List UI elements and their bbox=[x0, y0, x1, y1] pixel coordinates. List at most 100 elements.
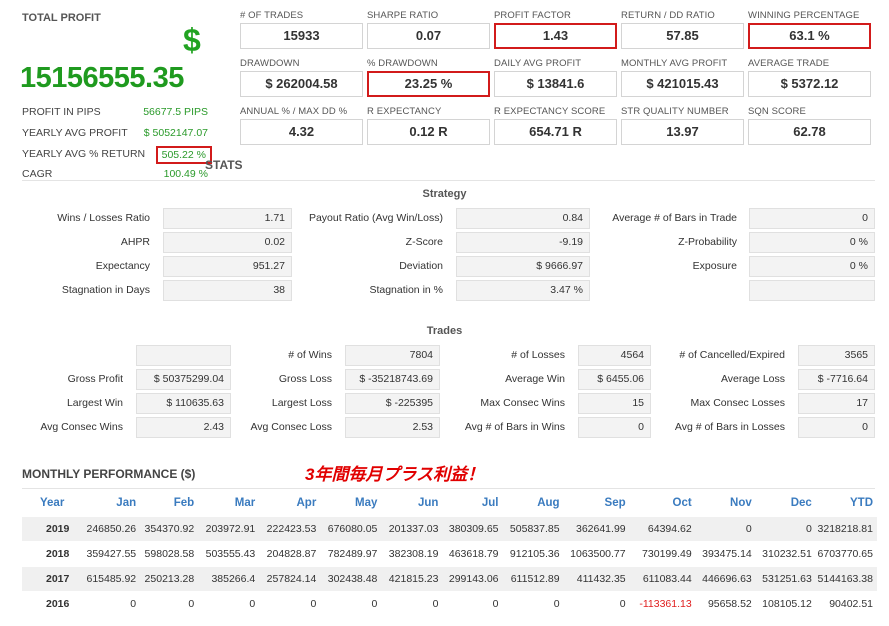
metric-label: MONTHLY AVG PROFIT bbox=[621, 58, 728, 69]
metric-value: $ 421015.43 bbox=[621, 71, 744, 97]
table-cell: 505837.85 bbox=[502, 515, 564, 541]
table-cell: 310232.51 bbox=[755, 540, 816, 566]
table-cell: 411432.35 bbox=[563, 565, 630, 591]
metric-label: RETURN / DD RATIO bbox=[621, 10, 715, 21]
column-header: Jul bbox=[481, 496, 499, 509]
column-header: Feb bbox=[173, 496, 195, 509]
total-profit-value: 15156555.35 bbox=[20, 62, 184, 94]
stat-label: Avg # of Bars in Wins bbox=[464, 421, 565, 433]
table-cell: 6703770.65 bbox=[815, 540, 877, 566]
stat-label: # of Wins bbox=[288, 349, 332, 361]
table-cell: 0 bbox=[259, 590, 321, 616]
metric-label: DRAWDOWN bbox=[240, 58, 300, 69]
table-row: 2019 246850.26 354370.92 203972.91 222423.53… bbox=[22, 515, 877, 541]
metric-card: MONTHLY AVG PROFIT $ 421015.43 bbox=[621, 58, 744, 97]
table-cell: 380309.65 bbox=[442, 515, 503, 541]
metric-value: 63.1 % bbox=[748, 23, 871, 49]
column-header: Aug bbox=[537, 496, 560, 509]
metric-card: % DRAWDOWN 23.25 % bbox=[367, 58, 490, 97]
stat-label: Gross Loss bbox=[278, 373, 332, 385]
table-cell: 0 bbox=[320, 590, 382, 616]
table-row: 2017 615485.92 250213.28 385266.4 257824.14 3… bbox=[22, 565, 877, 591]
metric-card: DRAWDOWN $ 262004.58 bbox=[240, 58, 363, 97]
summary-row-label: YEARLY AVG PROFIT bbox=[22, 127, 128, 139]
table-cell: 0 bbox=[695, 515, 756, 541]
metric-label: SHARPE RATIO bbox=[367, 10, 439, 21]
metric-card: R EXPECTANCY SCORE 654.71 R bbox=[494, 106, 617, 145]
table-cell: 421815.23 bbox=[381, 565, 443, 591]
table-cell: 382308.19 bbox=[381, 540, 443, 566]
metric-value: 15933 bbox=[240, 23, 363, 49]
column-header: Mar bbox=[234, 496, 256, 509]
metric-label: AVERAGE TRADE bbox=[748, 58, 830, 69]
column-header: Apr bbox=[296, 496, 317, 509]
table-cell: 0 bbox=[502, 590, 564, 616]
metric-label: # OF TRADES bbox=[240, 10, 304, 21]
stat-label: Wins / Losses Ratio bbox=[57, 212, 150, 224]
metric-card: R EXPECTANCY 0.12 R bbox=[367, 106, 490, 145]
summary-row-label: YEARLY AVG % RETURN bbox=[22, 148, 146, 160]
table-cell: 385266.4 bbox=[198, 565, 260, 591]
monthly-performance-title: MONTHLY PERFORMANCE ($) bbox=[22, 467, 196, 481]
metric-label: SQN SCORE bbox=[748, 106, 806, 117]
stat-value bbox=[749, 280, 875, 301]
stat-label: Stagnation in % bbox=[369, 284, 443, 296]
column-header: May bbox=[355, 496, 378, 509]
metric-value: 4.32 bbox=[240, 119, 363, 145]
stat-label: Avg # of Bars in Losses bbox=[674, 421, 785, 433]
stat-label: Avg Consec Wins bbox=[40, 421, 123, 433]
table-cell: 676080.05 bbox=[320, 515, 382, 541]
table-cell: 0 bbox=[755, 515, 816, 541]
metric-value: 13.97 bbox=[621, 119, 744, 145]
stat-label: Max Consec Losses bbox=[690, 397, 785, 409]
table-cell: 302438.48 bbox=[320, 565, 382, 591]
table-cell: 2018 bbox=[22, 540, 83, 566]
strategy-title: Strategy bbox=[422, 188, 467, 200]
stat-label: # of Cancelled/Expired bbox=[679, 349, 785, 361]
table-cell: 0 bbox=[82, 590, 141, 616]
table-cell: 1063500.77 bbox=[563, 540, 630, 566]
table-cell: 730199.49 bbox=[629, 540, 696, 566]
table-cell: 2016 bbox=[22, 590, 83, 616]
metric-label: STR QUALITY NUMBER bbox=[621, 106, 729, 117]
column-header: Year bbox=[40, 496, 65, 509]
metric-card: SQN SCORE 62.78 bbox=[748, 106, 871, 145]
metric-label: ANNUAL % / MAX DD % bbox=[240, 106, 348, 117]
metric-value: 654.71 R bbox=[494, 119, 617, 145]
column-header: Oct bbox=[672, 496, 692, 509]
stat-label: # of Losses bbox=[511, 349, 565, 361]
table-cell: 2019 bbox=[22, 515, 83, 541]
table-cell: 354370.92 bbox=[140, 515, 199, 541]
metric-value: 23.25 % bbox=[367, 71, 490, 97]
table-cell: 503555.43 bbox=[198, 540, 260, 566]
stat-label: Expectancy bbox=[95, 260, 150, 272]
table-cell: -113361.13 bbox=[629, 590, 696, 616]
table-cell: 598028.58 bbox=[140, 540, 199, 566]
table-cell: 0 bbox=[563, 590, 630, 616]
column-header: Nov bbox=[730, 496, 752, 509]
table-cell: 246850.26 bbox=[82, 515, 141, 541]
metric-card: DAILY AVG PROFIT $ 13841.6 bbox=[494, 58, 617, 97]
stat-label: Average Win bbox=[505, 373, 565, 385]
stat-value: 0 % bbox=[749, 256, 875, 277]
metric-card: RETURN / DD RATIO 57.85 bbox=[621, 10, 744, 49]
table-cell: 2017 bbox=[22, 565, 83, 591]
table-cell: 359427.55 bbox=[82, 540, 141, 566]
metric-value: $ 13841.6 bbox=[494, 71, 617, 97]
metric-label: R EXPECTANCY SCORE bbox=[494, 106, 606, 117]
table-cell: 393475.14 bbox=[695, 540, 756, 566]
table-cell: 3218218.81 bbox=[815, 515, 877, 541]
summary-row-value: 100.49 % bbox=[163, 168, 208, 180]
stats-heading: STATS bbox=[205, 158, 243, 172]
summary-row-yearly-avg-return: YEARLY AVG % RETURN 505.22 % bbox=[22, 146, 212, 164]
metric-card: # OF TRADES 15933 bbox=[240, 10, 363, 49]
stat-label: Largest Win bbox=[66, 397, 123, 409]
stat-label: Gross Profit bbox=[67, 373, 123, 385]
metric-label: WINNING PERCENTAGE bbox=[748, 10, 860, 21]
table-cell: 222423.53 bbox=[259, 515, 321, 541]
stat-label: Avg Consec Loss bbox=[250, 421, 332, 433]
metric-label: % DRAWDOWN bbox=[367, 58, 438, 69]
column-header: YTD bbox=[850, 496, 873, 509]
table-cell: 912105.36 bbox=[502, 540, 564, 566]
stat-value: $ -7716.64 bbox=[798, 369, 875, 390]
